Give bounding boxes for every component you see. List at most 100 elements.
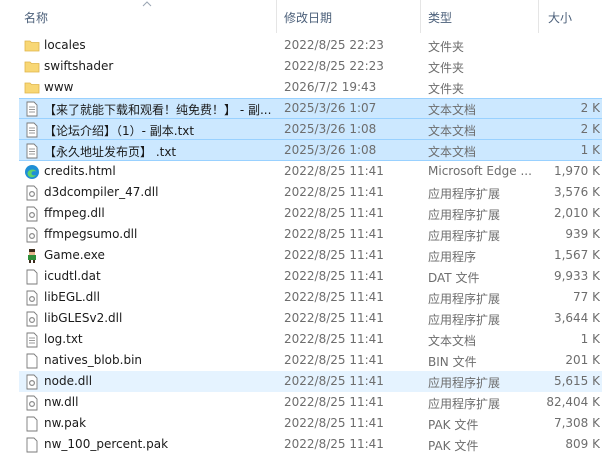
file-date: 2022/8/25 11:41 — [284, 437, 384, 451]
file-row[interactable]: www 2026/7/2 19:43 文件夹 — [0, 77, 602, 98]
dll-icon — [26, 395, 38, 411]
file-size: 3,576 K — [553, 185, 600, 199]
text-file-icon — [26, 332, 38, 348]
file-name: nw.dll — [44, 395, 79, 409]
file-type: 应用程序扩展 — [428, 397, 501, 411]
file-date: 2022/8/25 11:41 — [284, 374, 384, 388]
file-type: 文本文档 — [428, 103, 477, 117]
file-row[interactable]: locales 2022/8/25 22:23 文件夹 — [0, 35, 602, 56]
file-size: 5,615 K — [553, 374, 600, 388]
file-type: 文本文档 — [428, 334, 477, 348]
file-type: BIN 文件 — [428, 355, 477, 369]
blank-file-icon — [26, 416, 38, 432]
file-size: 939 K — [565, 227, 600, 241]
file-type: PAK 文件 — [428, 418, 479, 432]
file-name: nw.pak — [44, 416, 87, 430]
dll-icon — [26, 290, 38, 306]
file-row[interactable]: log.txt 2022/8/25 11:41 文本文档 1 K — [0, 329, 602, 350]
text-file-icon — [26, 143, 38, 159]
file-type: 应用程序扩展 — [428, 376, 501, 390]
file-row[interactable]: d3dcompiler_47.dll 2022/8/25 11:41 应用程序扩… — [0, 182, 602, 203]
file-name: libGLESv2.dll — [44, 311, 123, 325]
dll-icon — [26, 311, 38, 327]
column-divider[interactable] — [276, 0, 277, 33]
file-type: Microsoft Edge ... — [428, 164, 532, 178]
text-file-icon — [26, 122, 38, 138]
file-row-selected[interactable]: 【永久地址发布页】 .txt 2025/3/26 1:08 文本文档 1 K — [0, 140, 602, 161]
column-divider[interactable] — [538, 0, 539, 33]
file-size: 7,308 K — [553, 416, 600, 430]
file-date: 2022/8/25 22:23 — [284, 38, 384, 52]
file-name: libEGL.dll — [44, 290, 100, 304]
file-date: 2022/8/25 11:41 — [284, 353, 384, 367]
game-exe-icon — [28, 249, 36, 263]
file-name: swiftshader — [44, 59, 114, 73]
file-type: 应用程序 — [428, 250, 477, 264]
file-row[interactable]: ffmpegsumo.dll 2022/8/25 11:41 应用程序扩展 93… — [0, 224, 602, 245]
file-size: 1 K — [580, 143, 600, 157]
column-header-type[interactable]: 类型 — [428, 9, 452, 26]
file-name: locales — [44, 38, 86, 52]
file-row-hovered[interactable]: node.dll 2022/8/25 11:41 应用程序扩展 5,615 K — [0, 371, 602, 392]
file-name: ffmpegsumo.dll — [44, 227, 138, 241]
file-row-selected[interactable]: 【论坛介绍】（1）- 副本.txt 2025/3/26 1:08 文本文档 2 … — [0, 119, 602, 140]
column-header-bar: 名称 修改日期 类型 大小 — [0, 0, 602, 33]
file-date: 2022/8/25 11:41 — [284, 311, 384, 325]
dll-icon — [26, 227, 38, 243]
file-type: 应用程序扩展 — [428, 229, 501, 243]
file-row-selected[interactable]: 【来了就能下载和观看！纯免费！】 - 副... 2025/3/26 1:07 文… — [0, 98, 602, 119]
file-size: 2 K — [580, 122, 600, 136]
column-header-date[interactable]: 修改日期 — [284, 9, 332, 26]
file-row[interactable]: Game.exe 2022/8/25 11:41 应用程序 1,567 K — [0, 245, 602, 266]
file-name: d3dcompiler_47.dll — [44, 185, 159, 199]
file-size: 77 K — [573, 290, 600, 304]
file-name: natives_blob.bin — [44, 353, 143, 367]
file-row[interactable]: ffmpeg.dll 2022/8/25 11:41 应用程序扩展 2,010 … — [0, 203, 602, 224]
folder-icon — [24, 82, 40, 94]
file-row[interactable]: libEGL.dll 2022/8/25 11:41 应用程序扩展 77 K — [0, 287, 602, 308]
file-type: 应用程序扩展 — [428, 187, 501, 201]
file-size: 82,404 K — [546, 395, 600, 409]
file-type: 文本文档 — [428, 124, 477, 138]
file-size: 2 K — [580, 101, 600, 115]
file-row[interactable]: nw.dll 2022/8/25 11:41 应用程序扩展 82,404 K — [0, 392, 602, 413]
file-name: ffmpeg.dll — [44, 206, 105, 220]
blank-file-icon — [26, 353, 38, 369]
file-row[interactable]: swiftshader 2022/8/25 22:23 文件夹 — [0, 56, 602, 77]
file-name: icudtl.dat — [44, 269, 101, 283]
file-date: 2022/8/25 11:41 — [284, 290, 384, 304]
file-row[interactable]: libGLESv2.dll 2022/8/25 11:41 应用程序扩展 3,6… — [0, 308, 602, 329]
file-name: credits.html — [44, 164, 116, 178]
file-row[interactable]: credits.html 2022/8/25 11:41 Microsoft E… — [0, 161, 602, 182]
file-row[interactable]: nw.pak 2022/8/25 11:41 PAK 文件 7,308 K — [0, 413, 602, 434]
file-row[interactable]: nw_100_percent.pak 2022/8/25 11:41 PAK 文… — [0, 434, 602, 455]
file-date: 2022/8/25 11:41 — [284, 206, 384, 220]
text-file-icon — [26, 101, 38, 117]
file-date: 2025/3/26 1:08 — [284, 122, 377, 136]
file-type: 文本文档 — [428, 145, 477, 159]
file-type: DAT 文件 — [428, 271, 480, 285]
column-header-name[interactable]: 名称 — [24, 9, 48, 26]
file-type: 文件夹 — [428, 40, 465, 54]
file-name: node.dll — [44, 374, 93, 388]
file-date: 2022/8/25 22:23 — [284, 59, 384, 73]
file-size: 9,933 K — [553, 269, 600, 283]
file-date: 2022/8/25 11:41 — [284, 332, 384, 346]
file-date: 2025/3/26 1:07 — [284, 101, 377, 115]
file-name: 【来了就能下载和观看！纯免费！】 - 副... — [44, 103, 272, 117]
file-date: 2026/7/2 19:43 — [284, 80, 377, 94]
file-name: 【永久地址发布页】 .txt — [44, 145, 177, 159]
column-divider[interactable] — [420, 0, 421, 33]
sort-ascending-icon — [142, 1, 152, 7]
file-date: 2022/8/25 11:41 — [284, 416, 384, 430]
file-row[interactable]: icudtl.dat 2022/8/25 11:41 DAT 文件 9,933 … — [0, 266, 602, 287]
column-header-size[interactable]: 大小 — [548, 9, 572, 26]
file-size: 1,567 K — [553, 248, 600, 262]
file-size: 2,010 K — [553, 206, 600, 220]
dll-icon — [26, 206, 38, 222]
file-size: 201 K — [565, 353, 600, 367]
edge-icon — [25, 165, 39, 179]
file-name: Game.exe — [44, 248, 105, 262]
file-date: 2022/8/25 11:41 — [284, 395, 384, 409]
file-row[interactable]: natives_blob.bin 2022/8/25 11:41 BIN 文件 … — [0, 350, 602, 371]
